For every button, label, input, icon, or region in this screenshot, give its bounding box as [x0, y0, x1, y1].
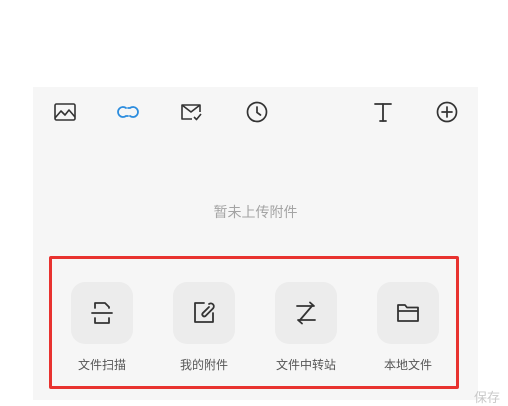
watermark-text: 保存	[473, 391, 500, 406]
attachment-icon	[173, 282, 235, 344]
transfer-icon	[275, 282, 337, 344]
option-file-transfer-station[interactable]: 文件中转站	[266, 282, 346, 373]
folder-icon	[377, 282, 439, 344]
option-label: 文件扫描	[77, 358, 126, 372]
option-label: 本地文件	[383, 358, 432, 372]
scan-icon	[71, 282, 133, 344]
add-icon[interactable]	[433, 98, 461, 126]
option-local-files[interactable]: 本地文件	[368, 282, 448, 373]
option-label: 文件中转站	[275, 358, 336, 372]
empty-attachments-text: 暂未上传附件	[213, 205, 298, 221]
option-my-attachments[interactable]: 我的附件	[164, 282, 244, 373]
text-icon[interactable]	[369, 98, 397, 126]
link-icon[interactable]	[114, 98, 142, 126]
option-file-scan[interactable]: 文件扫描	[62, 282, 142, 373]
image-icon[interactable]	[51, 98, 79, 126]
clock-icon[interactable]	[243, 98, 271, 126]
option-label: 我的附件	[179, 358, 228, 372]
mail-check-icon[interactable]	[178, 98, 206, 126]
